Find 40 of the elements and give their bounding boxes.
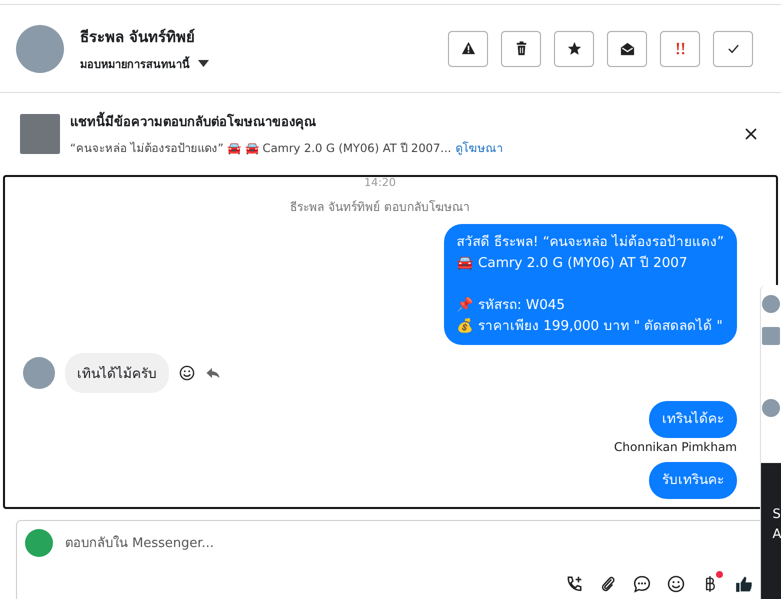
warning-icon — [460, 41, 476, 56]
profile-photo-placeholder — [16, 24, 64, 72]
banner-title: แชทนี้มีข้อความตอบกลับต่อโฆษณาของคุณ — [70, 111, 733, 132]
assign-conversation-link[interactable]: มอบหมายการสนทนานี้ — [80, 54, 190, 72]
avatar-placeholder[interactable] — [762, 295, 780, 313]
emoji-button[interactable] — [665, 573, 687, 595]
emoji-icon[interactable] — [179, 365, 195, 381]
call-icon — [565, 575, 583, 593]
contact-name: ธีระพล จันทร์ทิพย์ — [80, 26, 196, 48]
sender-name: Chonnikan Pimkham — [614, 440, 737, 454]
emoji-icon — [667, 575, 685, 593]
reply-arrow-icon[interactable] — [205, 365, 221, 381]
like-icon — [735, 575, 753, 593]
caret-icon[interactable] — [198, 60, 209, 67]
received-message-bubble: เทินได้ไม้ครับ — [65, 353, 169, 393]
attach-icon — [599, 575, 617, 593]
close-button[interactable] — [743, 126, 759, 142]
sent-message-bubble: เทรินได้คะ — [649, 401, 737, 438]
envelope-button[interactable] — [607, 30, 647, 66]
view-ad-link[interactable]: ดูโฆษณา — [455, 141, 502, 155]
urgent-button[interactable] — [660, 30, 700, 66]
sent-message-bubble: รับเทรินคะ — [649, 462, 737, 499]
bubble-button[interactable] — [631, 573, 653, 595]
bubble-icon — [633, 575, 651, 593]
avatar-placeholder — [23, 357, 55, 389]
star-icon — [566, 41, 582, 56]
panel-text: A — [772, 526, 781, 544]
message-time: 14:20 — [363, 177, 397, 189]
star-button[interactable] — [554, 30, 594, 66]
check-button[interactable] — [713, 30, 753, 66]
car-photo-placeholder — [20, 114, 60, 154]
trash-button[interactable] — [501, 30, 541, 66]
envelope-icon — [620, 41, 634, 56]
sent-message-bubble: สวัสดี ธีระพล! “คนจะหล่อ ไม่ต้องรอป้ายแดง” 🚘 Camry 2.0 G (MY06) AT ปี 2007 📌 รหัสรถ: W045 💰 ราคาเพียง 199,000 บาท " ตัดสดลดได้ " — [444, 224, 737, 345]
ad-snippet: “คนจะหล่อ ไม่ต้องรอป้ายแดง” 🚘 🚘 Camry 2.0 G (MY06) AT ปี 2007... — [70, 141, 452, 155]
system-notice: ธีระพล จันทร์ทิพย์ ตอบกลับโฆษณา — [289, 199, 471, 216]
page-logo-placeholder — [25, 529, 53, 557]
panel-text: S — [772, 506, 781, 524]
warning-button[interactable] — [448, 30, 488, 66]
avatar-placeholder[interactable] — [762, 399, 780, 417]
